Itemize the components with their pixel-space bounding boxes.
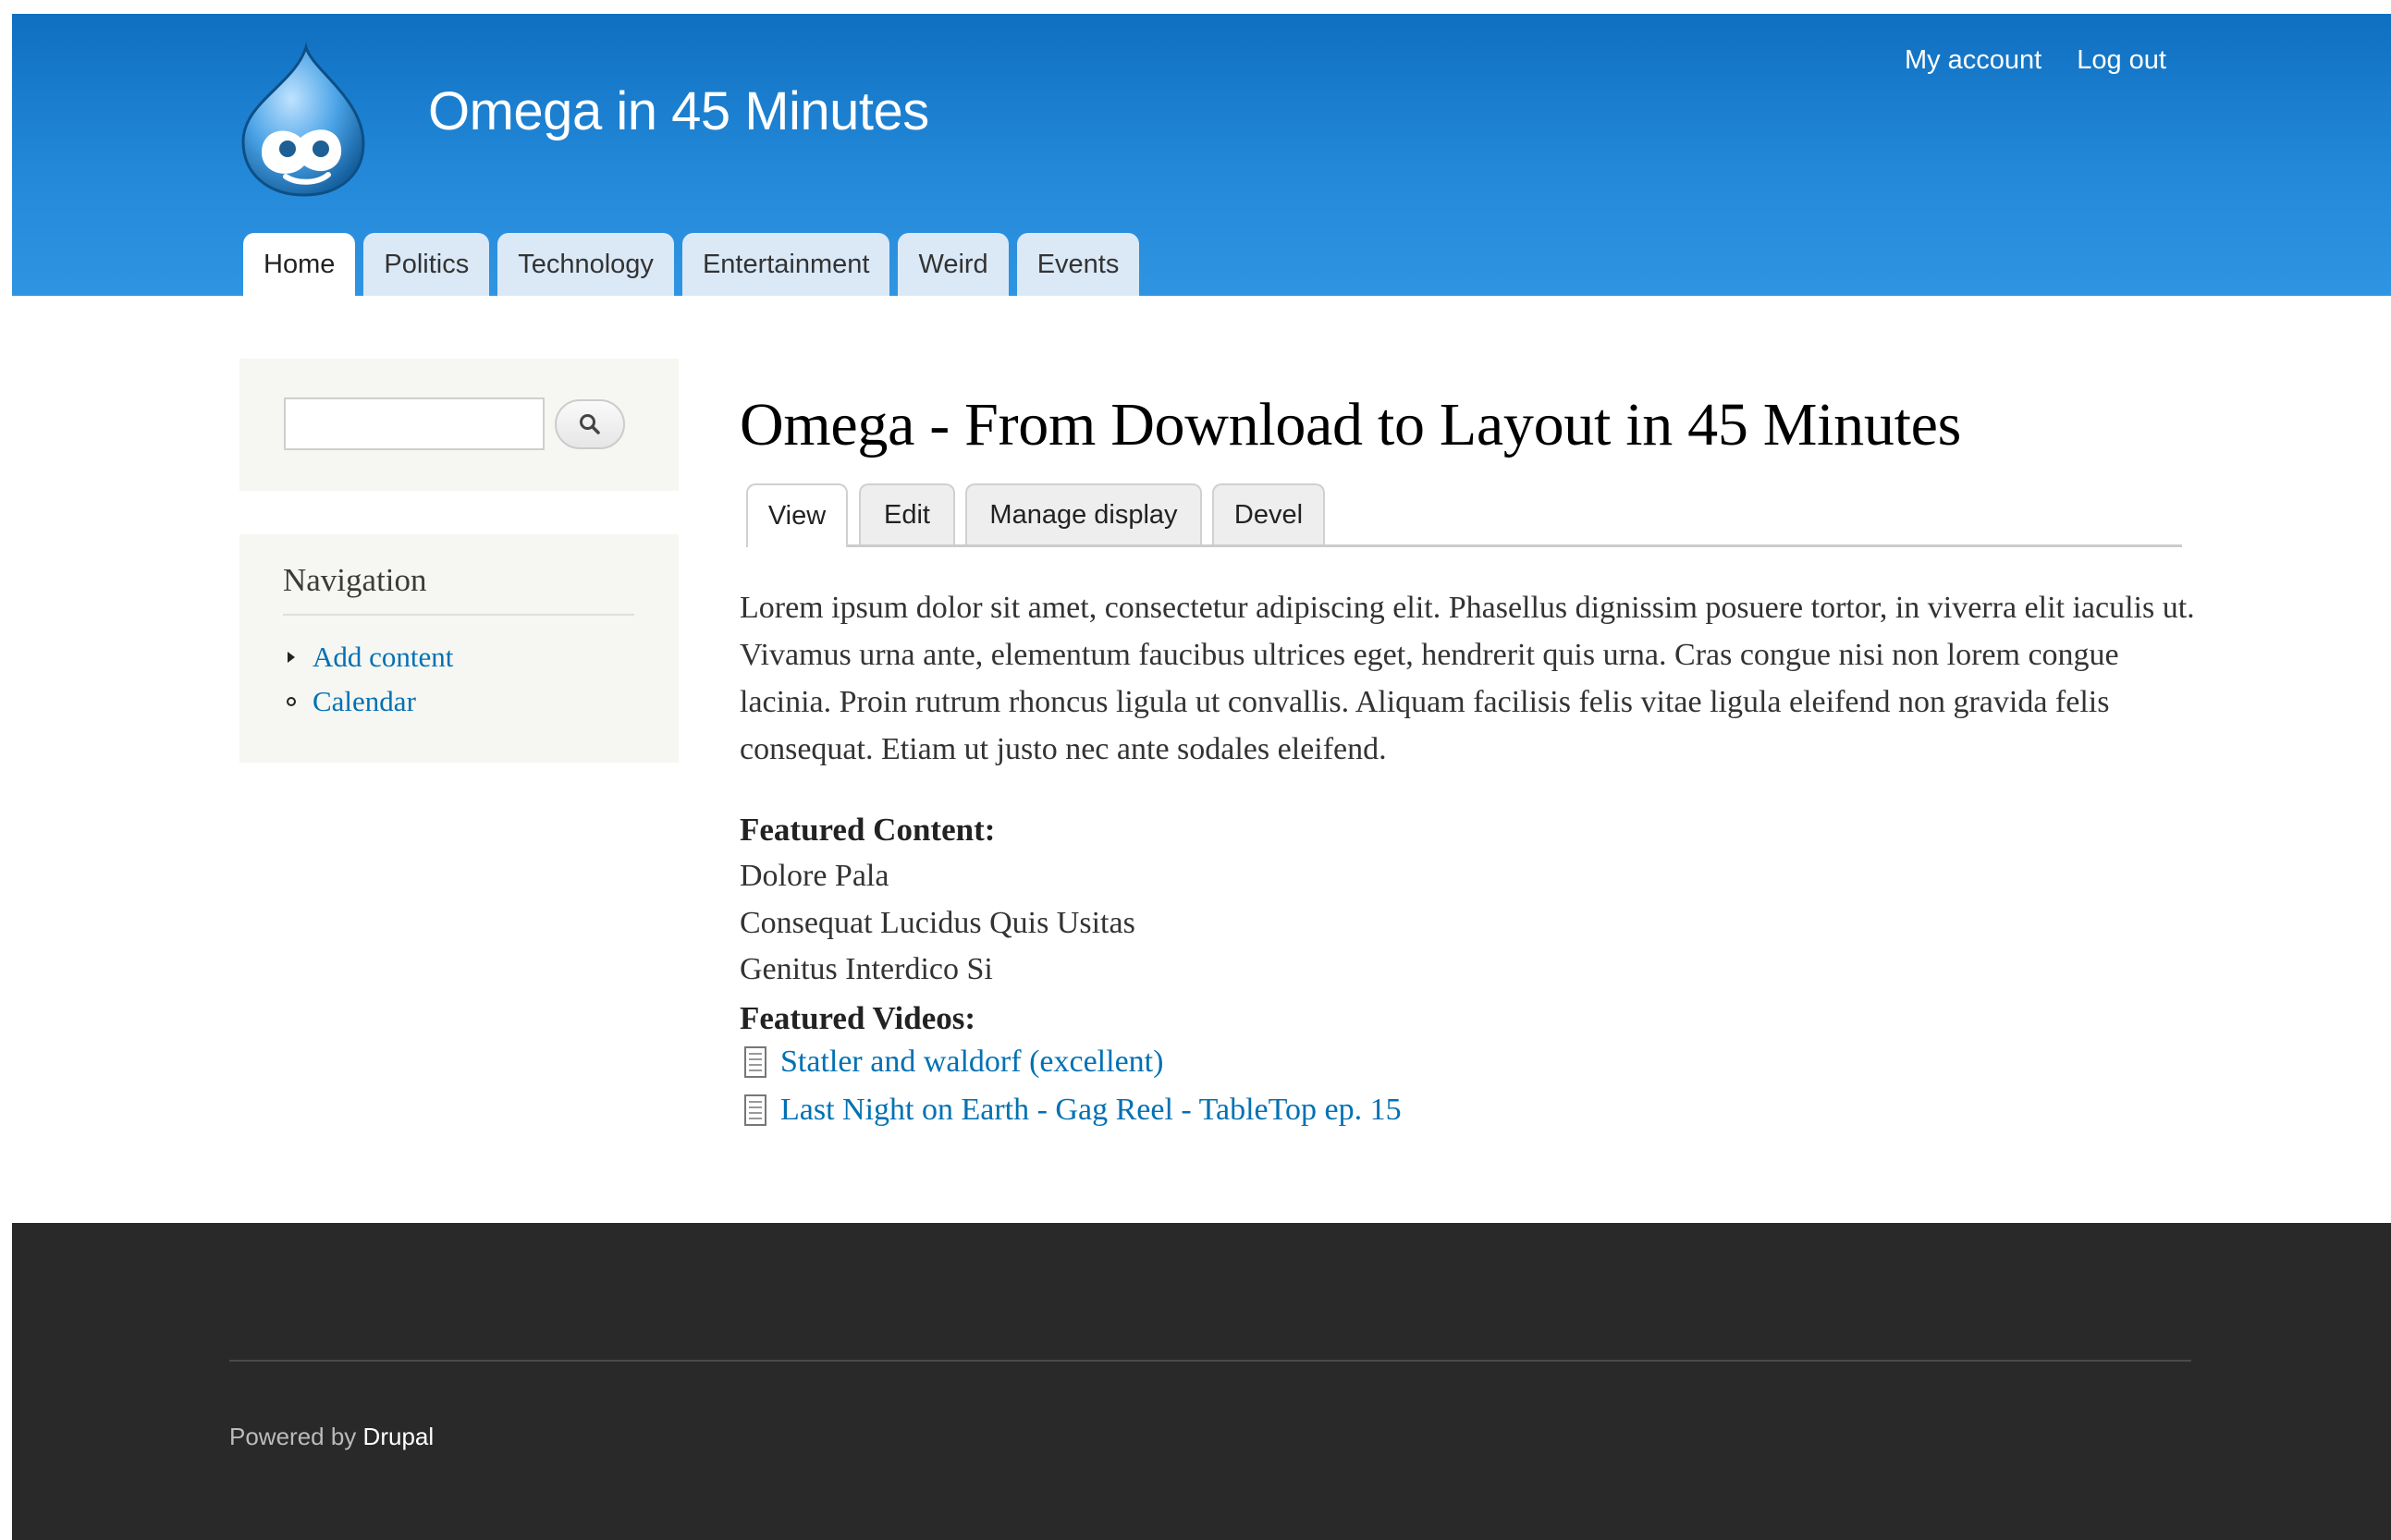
secondary-menu: My account Log out (1905, 45, 2166, 76)
main-tab-home[interactable]: Home (243, 233, 356, 296)
main-tab-politics[interactable]: Politics (363, 233, 490, 296)
tab-devel[interactable]: Devel (1212, 483, 1325, 544)
main-tab-events[interactable]: Events (1016, 233, 1140, 296)
nav-item-label: Calendar (313, 685, 416, 717)
drupal-logo[interactable] (234, 42, 373, 199)
page: Omega in 45 Minutes My account Log out H… (0, 0, 2391, 1540)
circle-bullet-icon (283, 696, 300, 707)
site-name[interactable]: Omega in 45 Minutes (428, 80, 929, 142)
footer-divider (229, 1360, 2191, 1362)
footer-credit: Powered by Drupal (229, 1423, 434, 1451)
video-link-statler-waldorf[interactable]: Statler and waldorf (excellent) (743, 1045, 1163, 1080)
tab-edit[interactable]: Edit (859, 483, 955, 544)
featured-content-item: Dolore Pala (740, 859, 889, 893)
nav-item-calendar[interactable]: Calendar (283, 685, 416, 718)
main-menu: Home Politics Technology Entertainment W… (243, 233, 1140, 296)
featured-videos-label: Featured Videos: (740, 1000, 976, 1036)
file-icon (744, 1094, 766, 1126)
main-tab-technology[interactable]: Technology (497, 233, 674, 296)
video-link-label: Statler and waldorf (excellent) (780, 1045, 1164, 1079)
featured-content-item: Genitus Interdico Si (740, 952, 993, 986)
tab-view[interactable]: View (746, 483, 848, 547)
drupal-link[interactable]: Drupal (363, 1423, 435, 1450)
main-tab-weird[interactable]: Weird (898, 233, 1009, 296)
video-link-label: Last Night on Earth - Gag Reel - TableTo… (780, 1093, 1402, 1127)
powered-by-text: Powered by (229, 1423, 357, 1450)
search-input[interactable] (284, 397, 545, 450)
navigation-title: Navigation (283, 562, 427, 598)
navigation-block: Navigation Add content Calendar (239, 534, 679, 763)
file-icon (744, 1046, 766, 1078)
nav-item-add-content[interactable]: Add content (283, 641, 453, 674)
body-text: Lorem ipsum dolor sit amet, consectetur … (740, 591, 2195, 766)
nav-item-label: Add content (313, 641, 454, 673)
triangle-right-icon (283, 651, 300, 664)
local-tasks-tabs: View Edit Manage display Devel (746, 483, 2182, 547)
video-link-last-night-on-earth[interactable]: Last Night on Earth - Gag Reel - TableTo… (743, 1093, 1402, 1128)
search-block (239, 359, 679, 491)
featured-content-item: Consequat Lucidus Quis Usitas (740, 906, 1135, 940)
main-tab-entertainment[interactable]: Entertainment (681, 233, 890, 296)
search-icon (580, 414, 600, 434)
featured-content-label: Featured Content: (740, 812, 996, 848)
log-out-link[interactable]: Log out (2077, 45, 2166, 76)
navigation-divider (283, 614, 634, 616)
search-button[interactable] (555, 399, 625, 449)
page-title: Omega - From Download to Layout in 45 Mi… (740, 391, 1962, 458)
site-header: Omega in 45 Minutes My account Log out H… (12, 14, 2391, 296)
my-account-link[interactable]: My account (1905, 45, 2042, 76)
site-footer: Powered by Drupal (12, 1223, 2391, 1540)
tab-manage-display[interactable]: Manage display (965, 483, 1202, 544)
